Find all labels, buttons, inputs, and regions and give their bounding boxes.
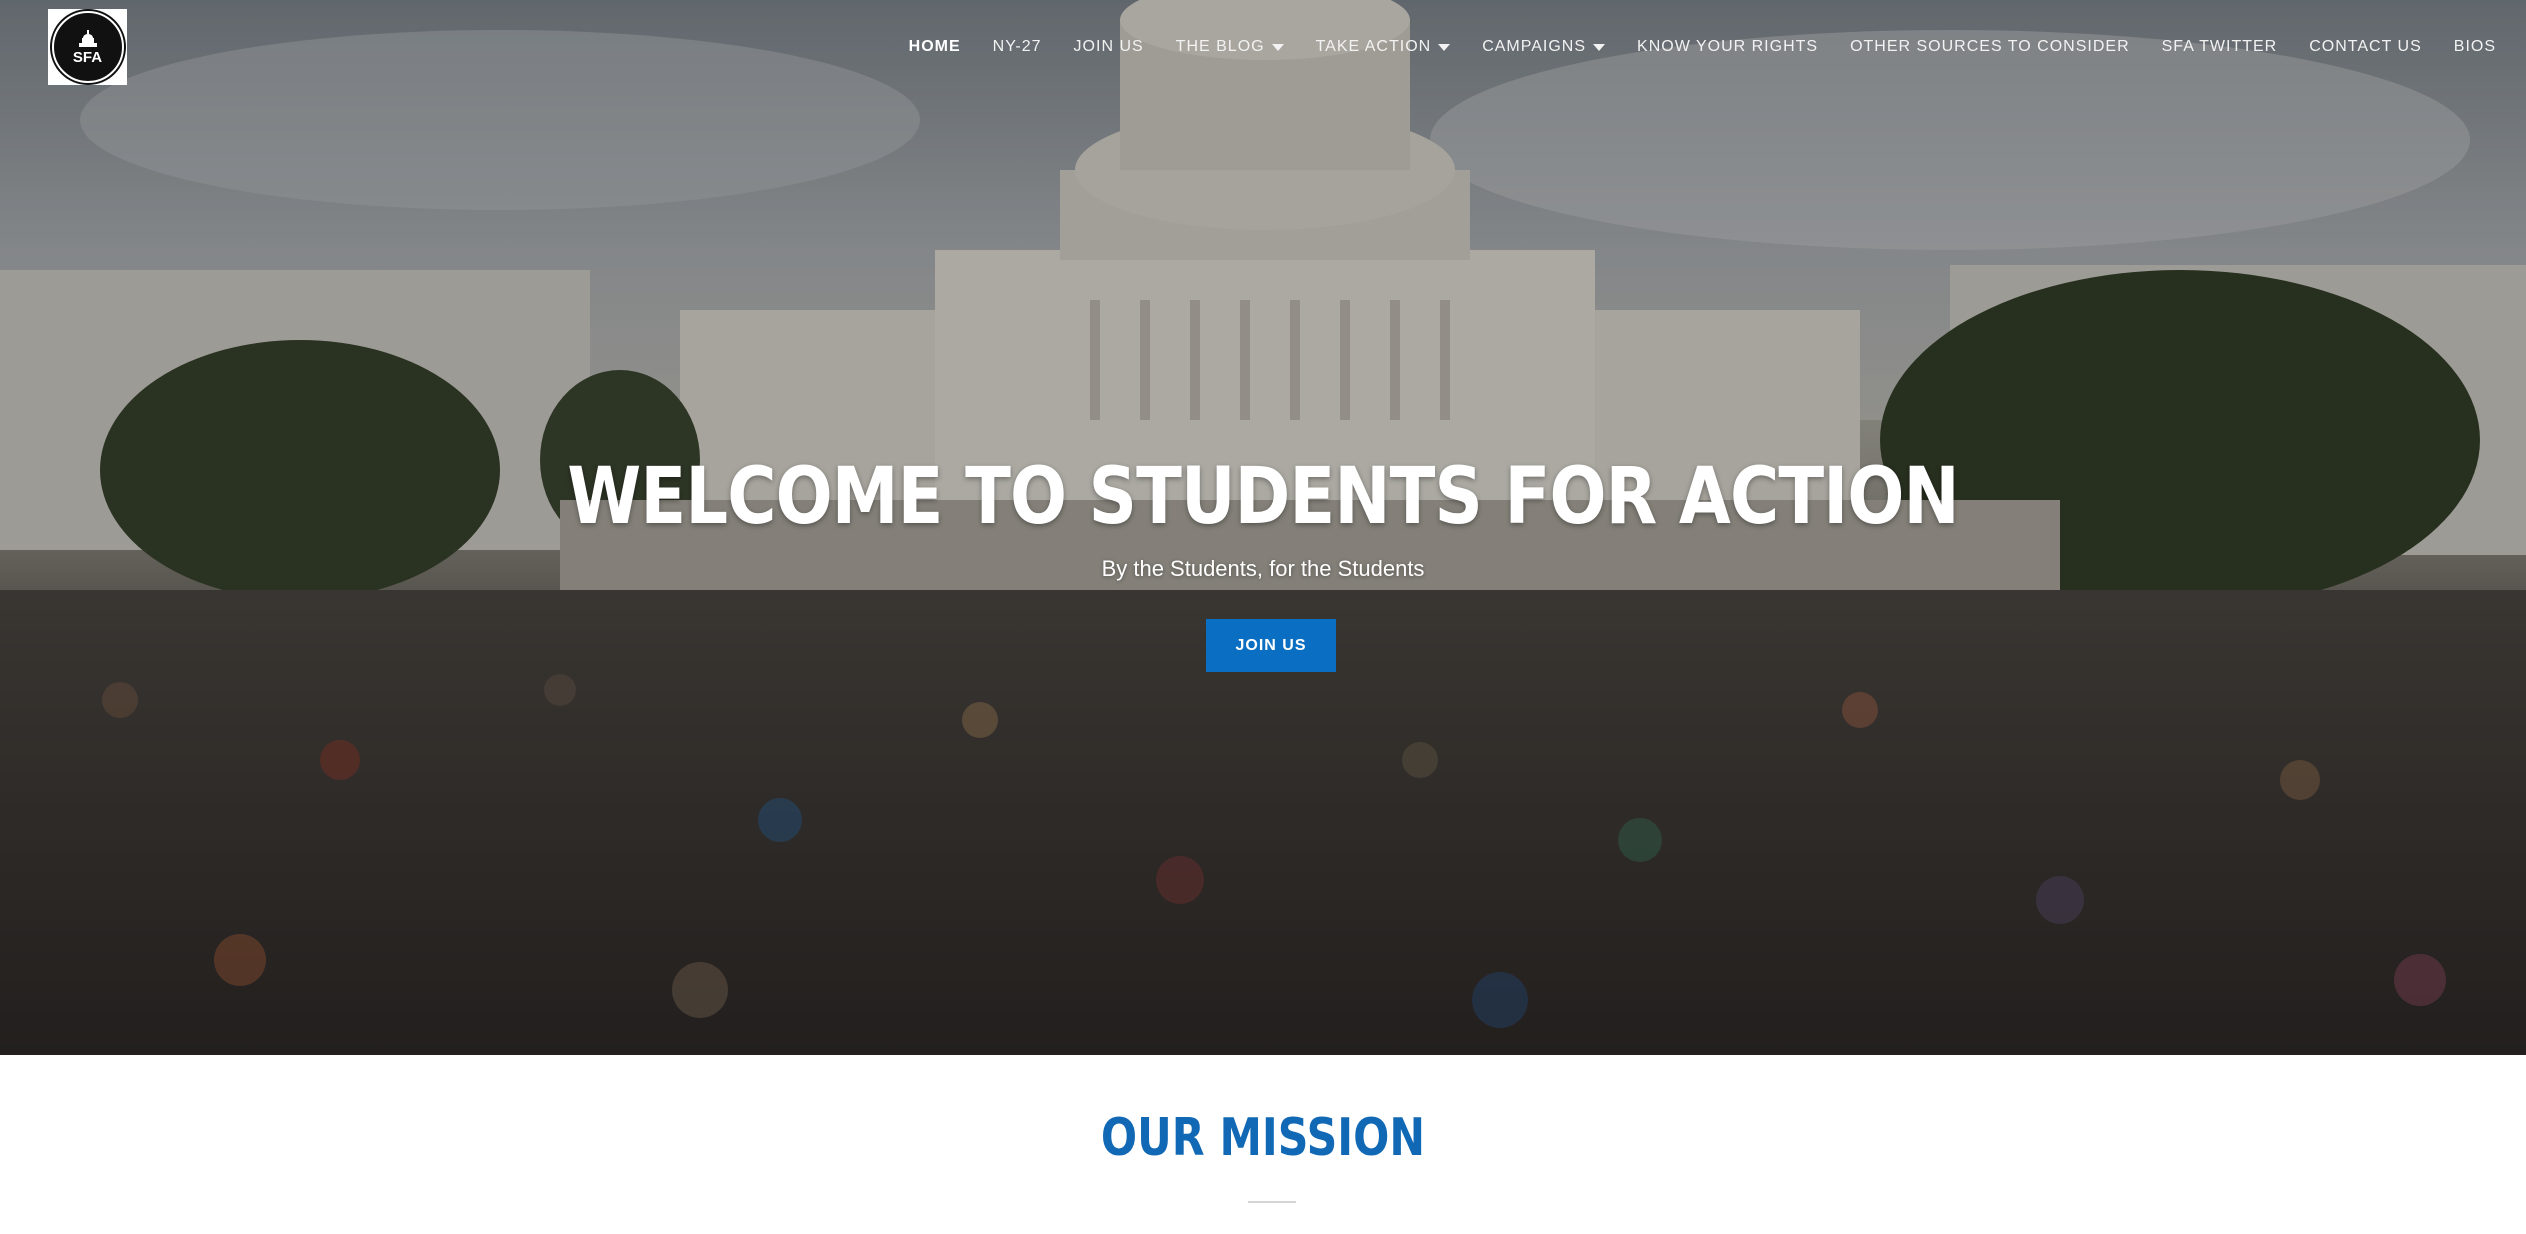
caret-down-icon <box>1271 43 1284 51</box>
nav-item-know-your-rights[interactable]: KNOW YOUR RIGHTS <box>1637 38 1818 56</box>
nav-label: NY-27 <box>992 38 1042 55</box>
nav-item-take-action[interactable]: TAKE ACTION <box>1316 38 1451 56</box>
site-logo[interactable]: SFA <box>48 9 127 85</box>
nav-label: CAMPAIGNS <box>1482 38 1587 55</box>
main-navigation: HOME NY-27 JOIN US THE BLOG TAKE ACTION … <box>909 38 2496 56</box>
nav-item-bios[interactable]: BIOS <box>2454 38 2496 56</box>
caret-down-icon <box>1593 43 1606 51</box>
nav-label: BIOS <box>2453 38 2496 55</box>
nav-item-other-sources[interactable]: OTHER SOURCES TO CONSIDER <box>1850 38 2130 56</box>
nav-item-home[interactable]: HOME <box>909 38 961 56</box>
nav-label: JOIN US <box>1073 38 1144 55</box>
hero-section: SFA HOME NY-27 JOIN US THE BLOG TAKE ACT… <box>0 0 2526 1055</box>
capitol-icon <box>78 29 97 47</box>
nav-label: KNOW YOUR RIGHTS <box>1637 38 1819 55</box>
nav-label: CONTACT US <box>2309 38 2422 55</box>
nav-item-the-blog[interactable]: THE BLOG <box>1176 38 1284 56</box>
logo-text: SFA <box>72 48 103 66</box>
nav-label: SFA TWITTER <box>2161 38 2278 55</box>
mission-title: OUR MISSION <box>1100 1108 1426 1168</box>
logo-emblem: SFA <box>51 11 124 83</box>
hero-subtitle: By the Students, for the Students <box>1101 556 1425 581</box>
hero-title: WELCOME TO STUDENTS FOR ACTION <box>567 452 1959 542</box>
nav-item-contact-us[interactable]: CONTACT US <box>2309 38 2422 56</box>
nav-item-join-us[interactable]: JOIN US <box>1074 38 1144 56</box>
nav-item-campaigns[interactable]: CAMPAIGNS <box>1482 38 1606 56</box>
nav-item-sfa-twitter[interactable]: SFA TWITTER <box>2162 38 2278 56</box>
nav-label: THE BLOG <box>1175 38 1265 55</box>
mission-divider <box>1248 1201 1296 1203</box>
nav-item-ny27[interactable]: NY-27 <box>993 38 1042 56</box>
nav-label: HOME <box>908 38 961 55</box>
caret-down-icon <box>1438 43 1451 51</box>
nav-label: TAKE ACTION <box>1315 38 1432 55</box>
join-us-button[interactable]: JOIN US <box>1206 619 1336 672</box>
nav-label: OTHER SOURCES TO CONSIDER <box>1850 38 2130 55</box>
